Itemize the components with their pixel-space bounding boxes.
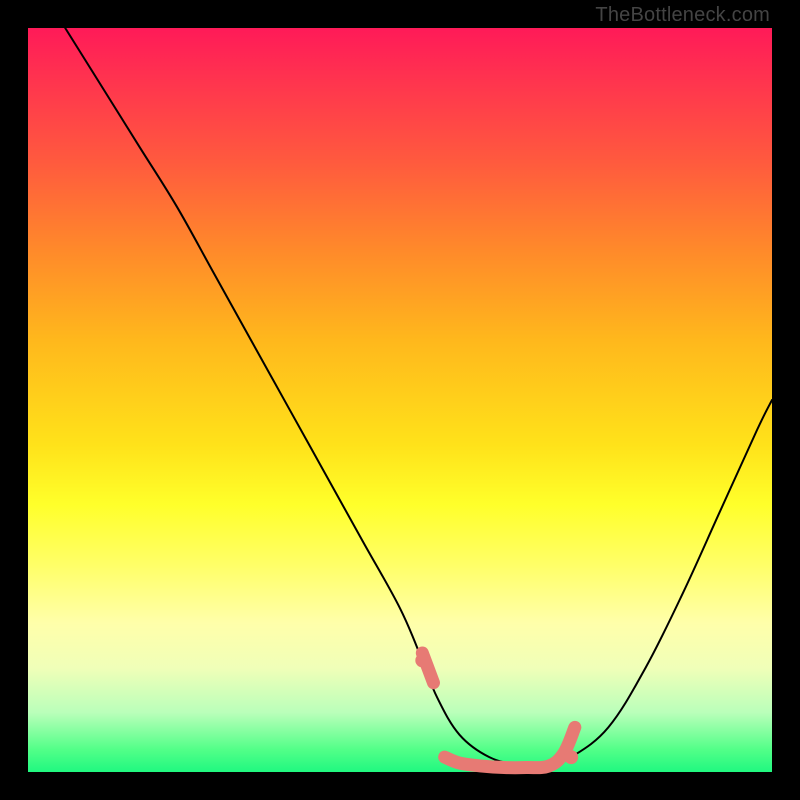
highlight-caps — [415, 653, 578, 764]
plot-area — [28, 28, 772, 772]
highlight-cap — [415, 653, 429, 667]
chart-container: TheBottleneck.com — [0, 0, 800, 800]
highlight-cap — [564, 750, 578, 764]
chart-svg — [28, 28, 772, 772]
highlight-segment — [422, 653, 575, 768]
watermark: TheBottleneck.com — [595, 4, 770, 27]
